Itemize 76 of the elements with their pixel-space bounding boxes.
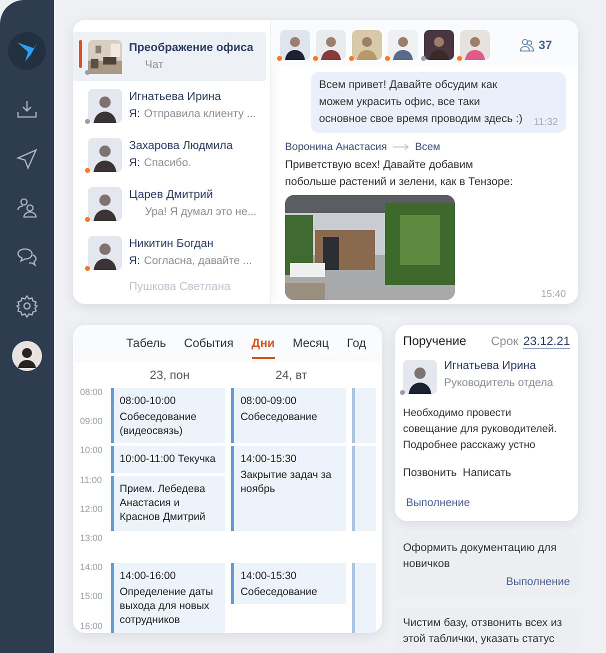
- message-time: 11:32: [534, 117, 558, 128]
- message-preview: Отправила клиенту ...: [144, 108, 256, 120]
- chat-item[interactable]: Захарова Людмила Я: Спасибо.: [73, 130, 270, 179]
- task-title: Поручение: [403, 334, 466, 348]
- chat-name: Захарова Людмила: [129, 140, 233, 152]
- avatar: [88, 88, 122, 122]
- message-text: Приветствую всех! Давайте добавим побольше растений и зелени, как в Тензоре:: [285, 158, 514, 190]
- status-link[interactable]: Выполнение: [502, 574, 570, 590]
- hour-label: 10:00: [79, 445, 104, 458]
- avatar: [88, 186, 122, 220]
- task-text: Чистим базу, отзвонить всех из этой таблички, указать статус: [403, 616, 563, 647]
- calendar-tab[interactable]: Табель: [126, 336, 166, 359]
- contacts-icon[interactable]: [15, 196, 39, 220]
- hour-label: 13:00: [79, 532, 104, 545]
- calendar-event[interactable]: 14:00-15:30 Собеседование: [231, 563, 346, 604]
- chat-name: Пушкова Светлана: [129, 281, 231, 293]
- avatar[interactable]: [424, 30, 454, 60]
- hour-label: 08:00: [79, 387, 104, 399]
- action-link[interactable]: Написать: [462, 467, 512, 479]
- calendar-tab[interactable]: Год: [346, 336, 366, 359]
- hour-label: 12:00: [79, 504, 104, 516]
- chat-item[interactable]: Игнатьева Ирина Я: Отправила клиенту ...: [73, 81, 270, 130]
- due-label: Срок: [491, 334, 518, 349]
- calendar-event[interactable]: Прием. Лебедева Анастасия и Краснов Дмитрий: [110, 476, 226, 531]
- calendar-tab[interactable]: События: [184, 336, 234, 359]
- author-link[interactable]: Воронина Анастасия: [285, 141, 387, 153]
- calendar-event[interactable]: 14:00-15:30 Закрытие задач за ноябрь: [231, 446, 346, 531]
- chat-item[interactable]: Царев Дмитрий Ура! Я думал это не...: [73, 179, 270, 228]
- message-preview: Согласна, давайте ...: [144, 255, 252, 267]
- recipient-link[interactable]: Всем: [414, 141, 440, 153]
- chat-name: Игнатьева Ирина: [129, 91, 222, 103]
- calendar-event[interactable]: 08:00-09:00 Собеседование: [231, 388, 346, 444]
- message-preview: Чат: [144, 59, 164, 71]
- message-preview: Спасибо.: [144, 157, 192, 169]
- action-link[interactable]: Позвонить: [403, 467, 457, 479]
- avatar[interactable]: [280, 30, 310, 60]
- chat-item[interactable]: Никитин Богдан Я: Согласна, давайте ...: [73, 228, 270, 277]
- hour-label: 09:00: [79, 416, 104, 428]
- person-role: Руководитель отдела: [444, 377, 554, 389]
- avatar[interactable]: [316, 30, 346, 60]
- chat-name: Преображение офиса: [129, 42, 254, 54]
- send-icon[interactable]: [15, 147, 39, 171]
- day-header: 24, вт: [275, 368, 308, 382]
- task-text: Необходимо провести совещание для руководителей. Подробнее расскажу устно: [403, 406, 558, 453]
- message-time: 15:40: [540, 289, 566, 300]
- settings-icon[interactable]: [15, 294, 39, 318]
- participant-count: 37: [538, 38, 552, 52]
- sender-prefix: Я:: [129, 157, 140, 169]
- hour-label: 16:00: [79, 620, 104, 632]
- hour-label: 11:00: [79, 474, 103, 487]
- status-link[interactable]: Выполнение: [403, 497, 570, 509]
- sender-prefix: Я:: [129, 108, 140, 120]
- hour-label: 14:00: [79, 562, 104, 574]
- chat-name: Царев Дмитрий: [129, 189, 214, 201]
- calendar-tab[interactable]: Месяц: [292, 336, 329, 359]
- calendar-event[interactable]: 14:00-16:00 Определение даты выхода для новых сотрудников: [110, 563, 226, 633]
- logo-icon[interactable]: [8, 32, 46, 70]
- person-name[interactable]: Игнатьева Ирина: [444, 360, 554, 372]
- task-text: Оформить документацию для новичков: [403, 541, 558, 572]
- avatar: [88, 236, 122, 270]
- sender-prefix: Я:: [129, 255, 140, 267]
- chat-name: Никитин Богдан: [129, 238, 214, 250]
- due-date[interactable]: 23.12.21: [523, 334, 570, 349]
- hour-label: 15:00: [79, 591, 104, 604]
- calendar-tab[interactable]: Дни: [252, 336, 275, 359]
- message-preview: Ура! Я думал это не...: [144, 206, 257, 218]
- calendar-event[interactable]: 08:00-10:00 Собеседование (видеосвязь): [110, 388, 226, 444]
- arrow-icon: [392, 143, 410, 151]
- calendar-event[interactable]: 10:00-11:00 Текучка: [110, 446, 226, 473]
- avatar: [88, 138, 122, 172]
- message-text: Всем привет! Давайте обсудим как можем украсить офис, все таки основное свое время проводим здесь :): [319, 78, 524, 127]
- day-header: 23, пон: [150, 368, 190, 382]
- avatar: [403, 360, 437, 394]
- people-icon: [518, 37, 535, 53]
- chat-item[interactable]: Преображение офиса Чат: [73, 32, 266, 81]
- user-avatar[interactable]: [12, 341, 42, 371]
